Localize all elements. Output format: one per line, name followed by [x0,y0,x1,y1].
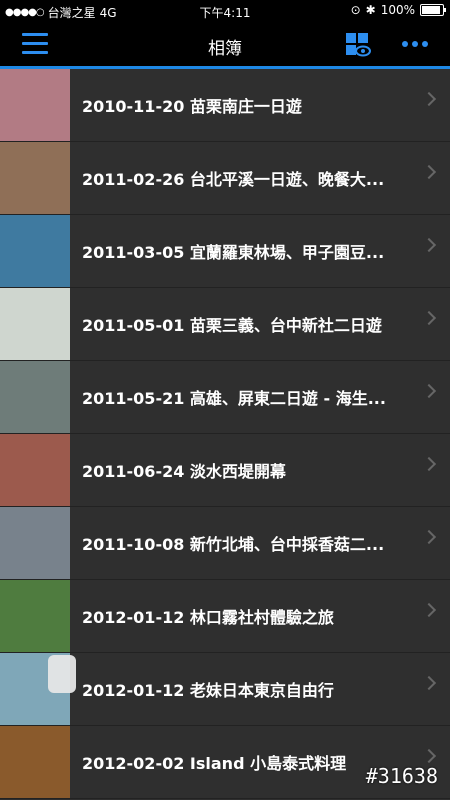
album-title: 2012-01-12 林口霧社村體驗之旅 [82,608,334,627]
battery-percent: 100% [380,3,415,17]
bluetooth-icon: ✱ [365,3,376,17]
album-title: 2011-10-08 新竹北埔、台中採香菇二... [82,535,385,554]
more-options-button[interactable] [400,34,430,54]
page-title: 相簿 [208,39,242,59]
album-title: 2012-01-12 老妹日本東京自由行 [82,681,334,700]
chevron-right-icon [421,164,437,180]
album-thumbnail [0,288,70,360]
chevron-right-icon [421,748,437,764]
chevron-right-icon [421,456,437,472]
album-row[interactable]: 2012-02-02 Island 小島泰式料理 [0,726,450,799]
chevron-right-icon [421,310,437,326]
album-title: 2012-02-02 Island 小島泰式料理 [82,754,347,773]
more-dots-icon [402,41,428,47]
album-title: 2010-11-20 苗栗南庄一日遊 [82,97,302,116]
chevron-right-icon [421,383,437,399]
album-thumbnail [0,142,70,214]
status-bar: ●●●●○ 台灣之星 4G 下午4:11 ⊙ ✱ 100% [0,0,450,22]
grid-eye-icon [346,33,371,57]
floating-bubble[interactable] [48,655,76,693]
album-title: 2011-03-05 宜蘭羅東林場、甲子園豆... [82,243,385,262]
orientation-lock-icon: ⊙ [350,3,361,17]
battery-icon [420,4,446,16]
album-row[interactable]: 2011-05-21 高雄、屏東二日遊 - 海生... [0,361,450,434]
album-title: 2011-05-01 苗栗三義、台中新社二日遊 [82,316,382,335]
chevron-right-icon [421,675,437,691]
watermark: #31638 [365,764,438,788]
nav-bar: 相簿 [0,22,450,69]
album-thumbnail [0,69,70,141]
album-thumbnail [0,215,70,287]
album-thumbnail [0,507,70,579]
album-row[interactable]: 2011-02-26 台北平溪一日遊、晚餐大... [0,142,450,215]
album-title: 2011-06-24 淡水西堤開幕 [82,462,286,481]
album-title: 2011-05-21 高雄、屏東二日遊 - 海生... [82,389,386,408]
status-right: ⊙ ✱ 100% [350,3,446,17]
chevron-right-icon [421,91,437,107]
chevron-right-icon [421,602,437,618]
album-row[interactable]: 2010-11-20 苗栗南庄一日遊 [0,69,450,142]
album-row[interactable]: 2011-05-01 苗栗三義、台中新社二日遊 [0,288,450,361]
chevron-right-icon [421,237,437,253]
chevron-right-icon [421,529,437,545]
album-thumbnail [0,361,70,433]
album-row[interactable]: 2011-10-08 新竹北埔、台中採香菇二... [0,507,450,580]
album-title: 2011-02-26 台北平溪一日遊、晚餐大... [82,170,385,189]
album-thumbnail [0,726,70,798]
album-row[interactable]: 2012-01-12 林口霧社村體驗之旅 [0,580,450,653]
view-grid-button[interactable] [345,32,371,58]
album-thumbnail [0,434,70,506]
album-thumbnail [0,580,70,652]
album-row[interactable]: 2011-06-24 淡水西堤開幕 [0,434,450,507]
album-row[interactable]: 2011-03-05 宜蘭羅東林場、甲子園豆... [0,215,450,288]
